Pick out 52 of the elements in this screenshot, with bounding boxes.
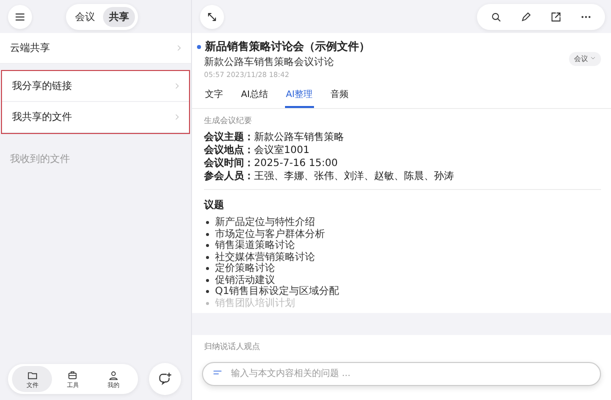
field-line: 参会人员：王强、李娜、张伟、刘洋、赵敏、陈晨、孙涛 bbox=[204, 170, 455, 183]
chevron-right-icon bbox=[175, 44, 183, 52]
external-link-icon bbox=[550, 10, 562, 22]
mode-tab[interactable]: 共享 bbox=[103, 6, 135, 26]
tab[interactable]: 音频 bbox=[330, 85, 350, 108]
topic-item: Q1销售目标设定与区域分配 bbox=[204, 286, 601, 298]
person-icon bbox=[108, 370, 120, 380]
bullet-icon bbox=[206, 278, 209, 282]
folder-icon bbox=[26, 370, 38, 380]
topic-item: 定价策略讨论 bbox=[204, 263, 601, 274]
bullet-icon bbox=[206, 290, 209, 294]
topic-item: 销售渠道策略讨论 bbox=[204, 240, 601, 252]
caret-icon bbox=[590, 55, 596, 61]
tab[interactable]: AI总结 bbox=[240, 85, 269, 108]
field-line: 会议地点：会议室1001 bbox=[204, 144, 310, 157]
ask-field[interactable]: 输入与本文内容相关的问题 ... bbox=[202, 362, 601, 386]
list-item[interactable]: 我分享的链接 bbox=[2, 71, 189, 102]
topic-item: 新产品定位与特性介绍 bbox=[204, 217, 601, 228]
field-line: 会议主题：新款公路车销售策略 bbox=[204, 131, 345, 144]
bullet-icon bbox=[206, 302, 209, 305]
pencil-icon bbox=[520, 10, 532, 22]
document-subtitle: 新款公路车销售策略会议讨论 bbox=[204, 56, 335, 69]
menu-icon bbox=[14, 10, 26, 22]
chevron-right-icon bbox=[173, 113, 181, 121]
briefcase-icon bbox=[67, 370, 78, 380]
field-line: 会议时间：2025-7-16 15:00 bbox=[204, 157, 339, 170]
topic-item: 社交媒体营销策略讨论 bbox=[204, 252, 601, 263]
bullet-icon bbox=[206, 221, 209, 224]
chevron-right-icon bbox=[173, 82, 181, 90]
topic-item: 销售团队培训计划 bbox=[204, 298, 601, 309]
section-label: 我收到的文件 bbox=[9, 152, 71, 167]
card-heading: 生成会议纪要 bbox=[204, 115, 253, 126]
list-item[interactable]: 云端共享 bbox=[0, 33, 191, 64]
document-title: 新品销售策略讨论会（示例文件） bbox=[205, 39, 370, 54]
topic-item: 市场定位与客户群体分析 bbox=[204, 228, 601, 240]
expand-button[interactable] bbox=[200, 4, 224, 28]
new-chat-button[interactable] bbox=[149, 363, 181, 395]
mode-tab[interactable]: 会议 bbox=[69, 6, 101, 26]
bullet-icon bbox=[206, 267, 209, 270]
bullet-icon bbox=[206, 232, 209, 236]
topics-heading: 议题 bbox=[204, 198, 225, 212]
list-item[interactable]: 我共享的文件 bbox=[2, 102, 189, 133]
search-icon bbox=[490, 10, 502, 22]
topic-item: 促销活动建议 bbox=[204, 274, 601, 286]
expand-icon bbox=[206, 10, 218, 22]
bullet-icon bbox=[206, 256, 209, 259]
bullet-icon bbox=[206, 244, 209, 248]
card-heading: 归纳说话人观点 bbox=[204, 341, 261, 352]
menu-button[interactable] bbox=[8, 4, 32, 28]
chat-plus-icon bbox=[158, 372, 172, 386]
tab[interactable]: 文字 bbox=[204, 85, 224, 108]
unread-dot bbox=[197, 44, 201, 48]
